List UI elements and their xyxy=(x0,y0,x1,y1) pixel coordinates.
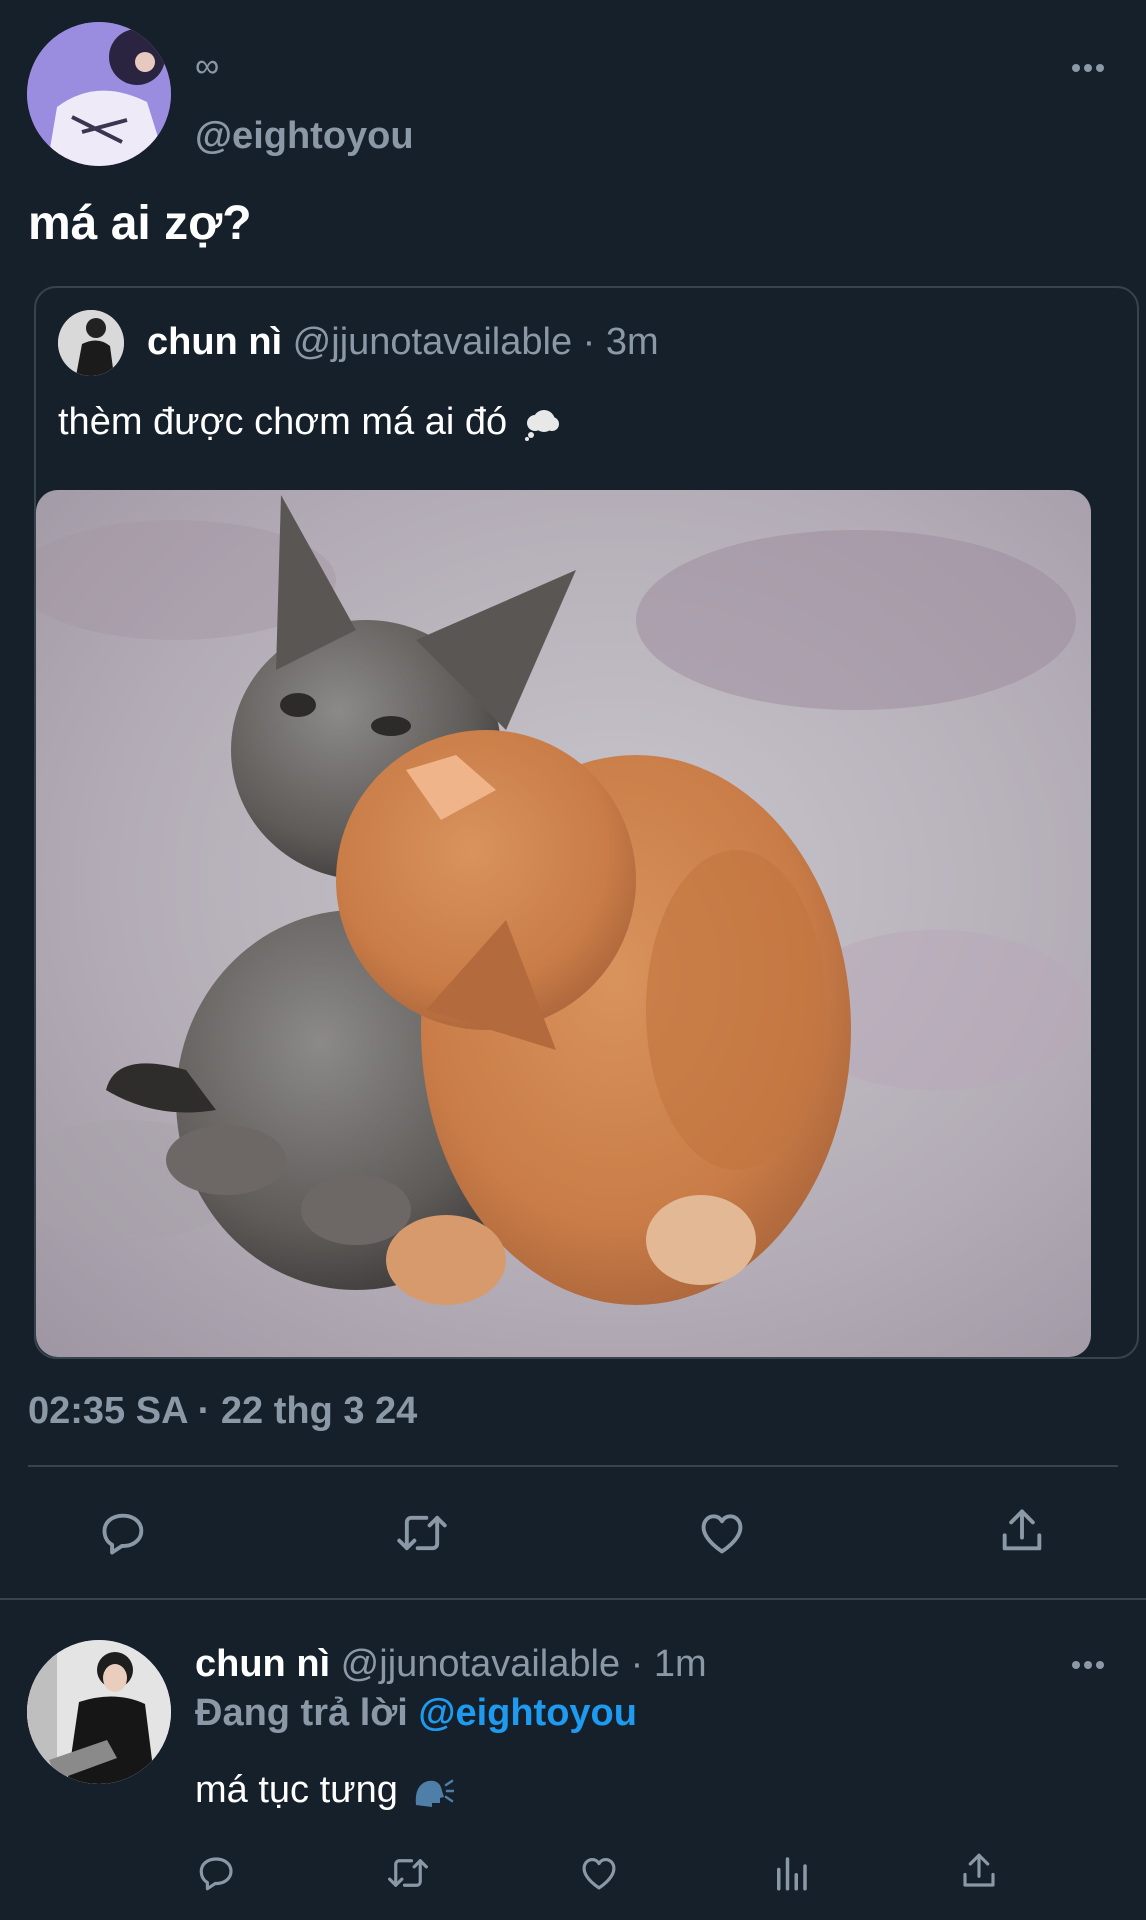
quoted-text-row: thèm được chơm má ai đó xyxy=(58,398,562,446)
replying-to-mention[interactable]: @eightoyou xyxy=(418,1692,637,1734)
quoted-header: chun nì @jjunotavailable · 3m xyxy=(147,318,659,366)
reply-retweet-icon[interactable] xyxy=(383,1852,433,1894)
quoted-tweet-image[interactable] xyxy=(36,490,1091,1357)
quoted-time[interactable]: · 3m xyxy=(583,321,659,363)
reply-share-icon[interactable] xyxy=(958,1850,1000,1892)
kittens-photo xyxy=(36,490,1091,1357)
main-handle[interactable]: @eightoyou xyxy=(195,114,414,158)
share-icon[interactable] xyxy=(996,1505,1048,1557)
reply-tweet-text: má tục tưng xyxy=(195,1769,398,1811)
speaking-head-emoji-icon xyxy=(412,1775,455,1809)
main-display-name: ∞ xyxy=(195,47,220,85)
main-avatar[interactable] xyxy=(27,22,171,166)
like-icon[interactable] xyxy=(695,1507,749,1559)
reply-handle[interactable]: @jjunotavailable xyxy=(341,1643,620,1685)
reply-like-icon[interactable] xyxy=(577,1852,621,1894)
quoted-handle[interactable]: @jjunotavailable xyxy=(293,321,572,363)
divider-top xyxy=(28,1465,1118,1467)
reply-icon[interactable] xyxy=(97,1507,151,1559)
quoted-display-name[interactable]: chun nì xyxy=(147,321,282,363)
avatar-figure-image xyxy=(27,22,171,166)
reply-more-options-icon[interactable] xyxy=(1068,1655,1108,1675)
reply-display-name[interactable]: chun nì xyxy=(195,1643,330,1685)
quoted-avatar-image xyxy=(58,310,124,376)
reply-avatar-image xyxy=(27,1640,171,1784)
reply-header: chun nì @jjunotavailable · 1m xyxy=(195,1640,707,1688)
reply-text-row: má tục tưng xyxy=(195,1766,455,1814)
more-options-icon[interactable] xyxy=(1068,58,1108,78)
main-timestamp[interactable]: 02:35 SA · 22 thg 3 24 xyxy=(28,1388,417,1434)
replying-to-prefix: Đang trả lời xyxy=(195,1692,408,1734)
divider-bottom xyxy=(0,1598,1146,1600)
reply-analytics-icon[interactable] xyxy=(770,1852,812,1894)
reply-reply-icon[interactable] xyxy=(195,1852,239,1894)
quoted-avatar[interactable] xyxy=(58,310,124,376)
reply-time[interactable]: · 1m xyxy=(631,1643,707,1685)
thought-bubble-emoji-icon xyxy=(524,407,562,441)
reply-avatar[interactable] xyxy=(27,1640,171,1784)
replying-to-row: Đang trả lời @eightoyou xyxy=(195,1689,637,1737)
quoted-tweet-text: thèm được chơm má ai đó xyxy=(58,401,508,443)
retweet-icon[interactable] xyxy=(392,1507,452,1559)
main-tweet-text: má ai zợ? xyxy=(28,197,252,250)
